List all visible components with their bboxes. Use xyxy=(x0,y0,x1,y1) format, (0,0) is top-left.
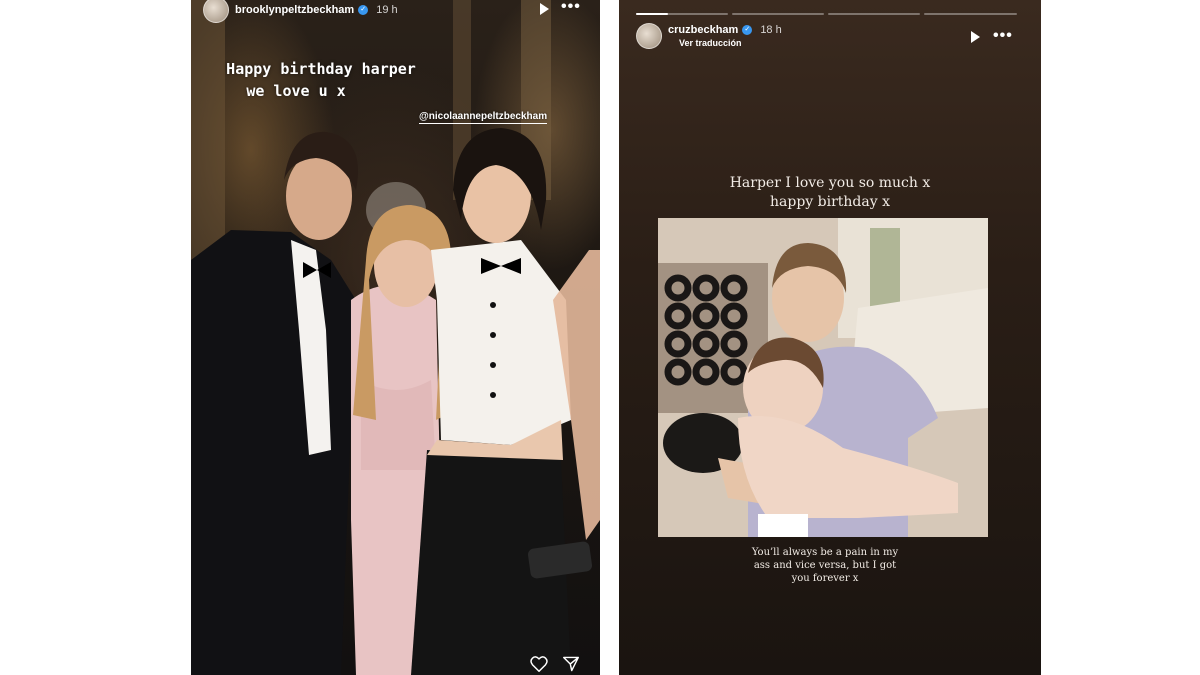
play-icon[interactable] xyxy=(540,3,549,15)
send-icon[interactable] xyxy=(562,656,580,672)
mention-tag[interactable]: @nicolaannepeltzbeckham xyxy=(419,111,548,124)
story-caption-line3: you forever x xyxy=(791,573,859,584)
story-title-line1: Harper I love you so much x xyxy=(729,175,931,191)
story-cruz[interactable]: cruzbeckham ✓ 18 h Ver traducción ••• Ha… xyxy=(619,0,1041,675)
more-icon[interactable]: ••• xyxy=(993,28,1013,44)
progress-segment xyxy=(732,13,824,15)
translation-link[interactable]: Ver traducción xyxy=(679,38,742,48)
more-icon[interactable]: ••• xyxy=(561,0,581,15)
progress-segment xyxy=(924,13,1017,15)
avatar[interactable] xyxy=(203,0,229,23)
story-caption-line1: You’ll always be a pain in my xyxy=(751,547,899,558)
story-text-line2: we love u x xyxy=(246,82,346,100)
story-brooklyn[interactable]: brooklynpeltzbeckham ✓ 19 h ••• Happy bi… xyxy=(191,0,600,675)
timestamp: 18 h xyxy=(760,24,782,36)
verified-badge-icon: ✓ xyxy=(358,5,369,15)
story-caption: You’ll always be a pain in my ass and vi… xyxy=(695,546,955,585)
verified-badge-icon: ✓ xyxy=(742,25,753,35)
story-caption-line2: ass and vice versa, but I got xyxy=(753,560,897,571)
story-photo xyxy=(658,218,988,537)
progress-segment xyxy=(828,13,920,15)
username[interactable]: cruzbeckham xyxy=(668,24,738,36)
avatar[interactable] xyxy=(636,23,662,49)
heart-icon[interactable] xyxy=(530,656,548,672)
timestamp: 19 h xyxy=(376,4,398,16)
story-title-line2: happy birthday x xyxy=(770,194,890,210)
progress-segment xyxy=(636,13,728,15)
play-icon[interactable] xyxy=(971,31,980,43)
story-text-line1: Happy birthday harper xyxy=(226,60,416,78)
story-title: Harper I love you so much x happy birthd… xyxy=(619,174,1041,212)
username[interactable]: brooklynpeltzbeckham xyxy=(235,4,354,16)
